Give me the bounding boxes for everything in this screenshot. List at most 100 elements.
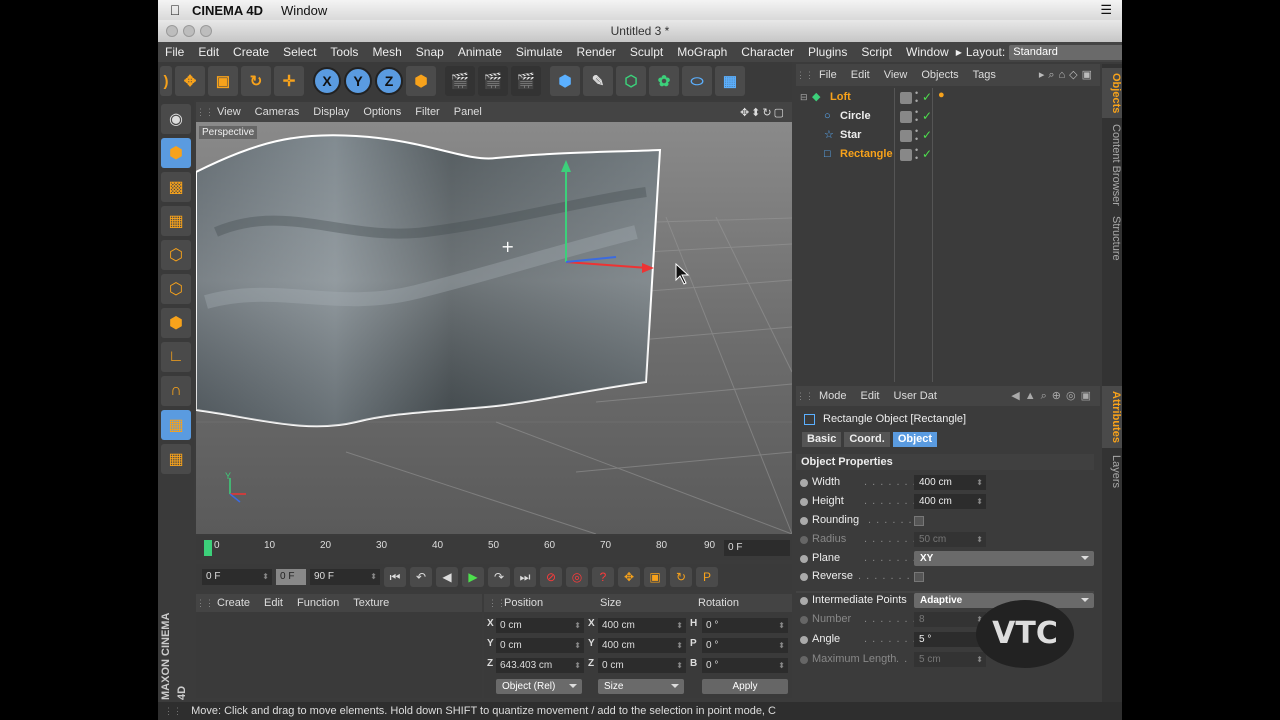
visibility-dots-icon[interactable]: • •: [915, 89, 918, 106]
snap-magnet-icon[interactable]: ∩: [161, 376, 191, 406]
render-settings-icon[interactable]: 🎬: [511, 66, 541, 96]
reverse-checkbox[interactable]: [914, 572, 924, 582]
am-menu-edit[interactable]: Edit: [854, 390, 887, 402]
x-axis-lock-button[interactable]: X: [313, 67, 341, 95]
next-key-icon[interactable]: ↷: [488, 567, 510, 587]
z-axis-lock-button[interactable]: Z: [375, 67, 403, 95]
phong-tag-icon[interactable]: ●: [938, 89, 945, 101]
app-name-menu[interactable]: CINEMA 4D: [192, 3, 263, 18]
tab-coord[interactable]: Coord.: [844, 432, 890, 447]
key-rotation-icon[interactable]: ↻: [670, 567, 692, 587]
om-menu-tags[interactable]: Tags: [966, 69, 1003, 81]
viewport-menu-options[interactable]: Options: [356, 106, 408, 118]
material-menu-create[interactable]: Create: [210, 597, 257, 609]
menu-simulate[interactable]: Simulate: [509, 45, 570, 59]
position-x-field[interactable]: 0 cm: [496, 618, 584, 633]
menu-character[interactable]: Character: [734, 45, 801, 59]
animate-bullet-icon[interactable]: [800, 479, 808, 487]
previous-key-icon[interactable]: ↶: [410, 567, 432, 587]
om-menu-file[interactable]: File: [812, 69, 844, 81]
position-z-field[interactable]: 643.403 cm: [496, 658, 584, 673]
am-menu-user-data[interactable]: User Dat: [887, 390, 944, 402]
keyframe-selection-icon[interactable]: ?: [592, 567, 614, 587]
object-name-cell[interactable]: ☆ Star: [796, 126, 894, 145]
material-menu-function[interactable]: Function: [290, 597, 346, 609]
visibility-dots-icon[interactable]: • •: [915, 127, 918, 144]
number-field[interactable]: 8: [914, 612, 986, 627]
menu-mograph[interactable]: MoGraph: [670, 45, 734, 59]
menu-select[interactable]: Select: [276, 45, 323, 59]
model-mode-icon[interactable]: ⬢: [161, 138, 191, 168]
animate-bullet-icon[interactable]: [800, 636, 808, 644]
panel-grip-icon[interactable]: ⋮⋮: [796, 391, 814, 402]
om-menu-view[interactable]: View: [877, 69, 915, 81]
menu-create[interactable]: Create: [226, 45, 276, 59]
current-frame-field[interactable]: 0 F: [724, 540, 790, 556]
axis-mode-icon[interactable]: ∟: [161, 342, 191, 372]
menu-sculpt[interactable]: Sculpt: [623, 45, 670, 59]
material-menu-texture[interactable]: Texture: [346, 597, 396, 609]
coordinate-system-icon[interactable]: ⬢: [406, 66, 436, 96]
viewport-menu-display[interactable]: Display: [306, 106, 356, 118]
object-row-circle[interactable]: ○ Circle • • ✓: [796, 107, 1100, 126]
menu-mesh[interactable]: Mesh: [365, 45, 408, 59]
enabled-check-icon[interactable]: ✓: [922, 128, 932, 142]
am-menu-mode[interactable]: Mode: [812, 390, 854, 402]
coordinate-mode-select[interactable]: Object (Rel): [496, 679, 582, 694]
animate-bullet-icon[interactable]: [800, 498, 808, 506]
window-menu[interactable]: Window: [281, 3, 327, 18]
minimize-window-button[interactable]: [183, 25, 195, 37]
tab-basic[interactable]: Basic: [802, 432, 842, 447]
object-row-rectangle[interactable]: □ Rectangle • • ✓: [796, 145, 1100, 164]
object-row-star[interactable]: ☆ Star • • ✓: [796, 126, 1100, 145]
om-menu-edit[interactable]: Edit: [844, 69, 877, 81]
plane-select[interactable]: XY: [914, 551, 1094, 566]
apply-button[interactable]: Apply: [702, 679, 788, 694]
viewport-menu-cameras[interactable]: Cameras: [248, 106, 307, 118]
layer-icon[interactable]: [900, 130, 912, 142]
y-axis-lock-button[interactable]: Y: [344, 67, 372, 95]
menu-script[interactable]: Script: [854, 45, 899, 59]
move-tool-icon[interactable]: ✥: [175, 66, 205, 96]
layer-icon[interactable]: [900, 149, 912, 161]
undo-icon[interactable]: ): [160, 66, 172, 96]
om-toolbar-icons[interactable]: ▸⌕⌂◇▣: [1039, 68, 1100, 82]
rounding-checkbox[interactable]: [914, 516, 924, 526]
record-keys-icon[interactable]: ⊘: [540, 567, 562, 587]
panel-grip-icon[interactable]: ⋮⋮: [796, 70, 814, 81]
key-scale-icon[interactable]: ▣: [644, 567, 666, 587]
polygons-mode-icon[interactable]: ⬢: [161, 308, 191, 338]
visibility-dots-icon[interactable]: • •: [915, 108, 918, 125]
menu-plugins[interactable]: Plugins: [801, 45, 854, 59]
cube-icon[interactable]: ⬢: [550, 66, 580, 96]
tab-layers[interactable]: Layers: [1102, 452, 1122, 492]
panel-grip-icon[interactable]: ⋮⋮: [196, 598, 214, 609]
animate-bullet-icon[interactable]: [800, 616, 808, 624]
enabled-check-icon[interactable]: ✓: [922, 147, 932, 161]
radius-field[interactable]: 50 cm: [914, 532, 986, 547]
tab-object[interactable]: Object: [892, 432, 938, 447]
preview-min-field[interactable]: 0 F: [276, 569, 306, 585]
layer-icon[interactable]: [900, 92, 912, 104]
object-name-cell[interactable]: ○ Circle: [796, 107, 894, 126]
size-x-field[interactable]: 400 cm: [598, 618, 686, 633]
om-menu-objects[interactable]: Objects: [914, 69, 965, 81]
deformer-icon[interactable]: ⬭: [682, 66, 712, 96]
pen-spline-icon[interactable]: ✎: [583, 66, 613, 96]
start-frame-field[interactable]: 0 F: [202, 569, 272, 585]
rotation-p-field[interactable]: 0 °: [702, 638, 788, 653]
enabled-check-icon[interactable]: ✓: [922, 109, 932, 123]
animate-bullet-icon[interactable]: [800, 555, 808, 563]
autokey-icon[interactable]: ◎: [566, 567, 588, 587]
go-to-start-icon[interactable]: ⏮: [384, 567, 406, 587]
tab-attributes[interactable]: Attributes: [1102, 386, 1122, 448]
render-view-icon[interactable]: 🎬: [445, 66, 475, 96]
tree-collapse-icon[interactable]: ⊟: [800, 88, 808, 107]
object-name-cell[interactable]: ⊟ ◆ Loft: [796, 88, 894, 107]
menu-snap[interactable]: Snap: [409, 45, 451, 59]
planar-workplane-icon[interactable]: ▦: [161, 444, 191, 474]
tab-content-browser[interactable]: Content Browser: [1102, 120, 1122, 210]
object-name-cell[interactable]: □ Rectangle: [796, 145, 894, 164]
position-y-field[interactable]: 0 cm: [496, 638, 584, 653]
workplane-mode-icon[interactable]: ▦: [161, 206, 191, 236]
